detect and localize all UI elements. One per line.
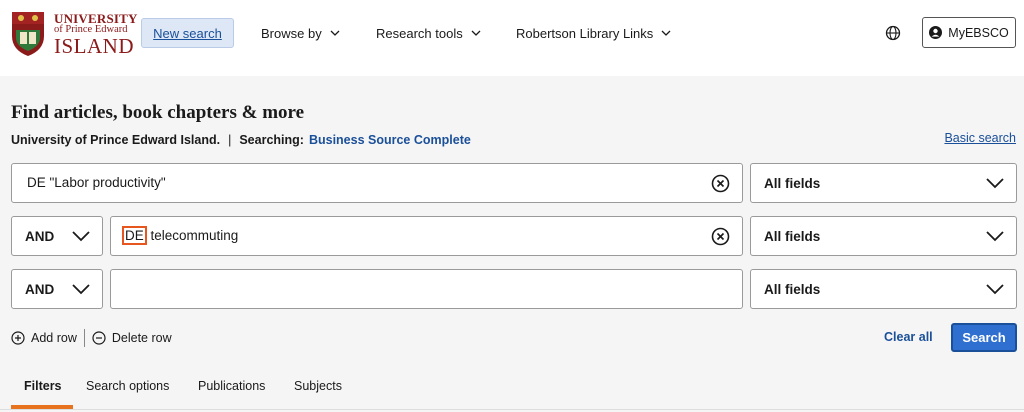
minus-circle-icon: [92, 331, 106, 345]
search-input-row2[interactable]: DE telecommuting: [110, 216, 743, 256]
row-actions: Add row Delete row: [11, 329, 172, 347]
new-search-button[interactable]: New search: [141, 18, 234, 48]
chevron-down-icon: [661, 30, 671, 36]
delete-row-button[interactable]: Delete row: [92, 331, 172, 345]
field-select-row3[interactable]: All fields: [750, 269, 1017, 309]
myebsco-label: MyEBSCO: [948, 25, 1009, 40]
clear-icon[interactable]: [711, 227, 730, 246]
field-code-highlight: DE: [122, 226, 147, 245]
logo-line3: ISLAND: [54, 33, 134, 58]
chevron-down-icon: [330, 30, 340, 36]
field-select-row1[interactable]: All fields: [750, 163, 1017, 203]
upei-logo[interactable]: UNIVERSITY of Prince Edward ISLAND: [10, 10, 137, 60]
search-input-row2-value: telecommuting: [146, 228, 239, 243]
field-select-row2-label: All fields: [764, 229, 821, 244]
myebsco-button[interactable]: MyEBSCO: [922, 17, 1016, 48]
add-row-label: Add row: [31, 331, 77, 345]
chevron-down-icon: [471, 30, 481, 36]
searching-label: Searching:: [239, 133, 304, 147]
search-input-row1-value: DE "Labor productivity": [27, 175, 166, 190]
chevron-down-icon: [72, 284, 90, 295]
globe-icon[interactable]: [885, 25, 901, 41]
top-navigation-bar: UNIVERSITY of Prince Edward ISLAND New s…: [0, 0, 1024, 76]
divider: [83, 329, 85, 347]
chevron-down-icon: [72, 231, 90, 242]
nav-research-tools[interactable]: Research tools: [376, 18, 481, 48]
search-input-row1[interactable]: DE "Labor productivity": [11, 163, 743, 203]
operator-select-row3[interactable]: AND: [11, 269, 103, 309]
delete-row-label: Delete row: [111, 331, 172, 345]
nav-robertson-library-links[interactable]: Robertson Library Links: [516, 18, 671, 48]
chevron-down-icon: [986, 284, 1004, 295]
search-panel: Find articles, book chapters & more Univ…: [0, 76, 1024, 412]
page-title: Find articles, book chapters & more: [11, 102, 305, 123]
tab-filters[interactable]: Filters: [24, 379, 62, 393]
search-button[interactable]: Search: [951, 323, 1017, 352]
field-select-row2[interactable]: All fields: [750, 216, 1017, 256]
operator-select-row2[interactable]: AND: [11, 216, 103, 256]
chevron-down-icon: [986, 178, 1004, 189]
crest-icon: [12, 12, 44, 56]
user-icon: [929, 26, 943, 39]
search-input-row3[interactable]: [110, 269, 743, 309]
field-select-row3-label: All fields: [764, 282, 821, 297]
nav-robertson-library-links-label: Robertson Library Links: [516, 25, 654, 41]
institution-name: University of Prince Edward Island.: [11, 133, 221, 147]
nav-research-tools-label: Research tools: [376, 25, 463, 41]
basic-search-link[interactable]: Basic search: [944, 131, 1016, 145]
operator-select-row2-label: AND: [25, 229, 55, 244]
add-row-button[interactable]: Add row: [11, 331, 77, 345]
tab-subjects[interactable]: Subjects: [294, 379, 342, 393]
field-select-row1-label: All fields: [764, 176, 821, 191]
nav-browse-by-label: Browse by: [261, 25, 322, 41]
tabs-divider: [0, 409, 1024, 410]
nav-browse-by[interactable]: Browse by: [261, 18, 340, 48]
searching-info: University of Prince Edward Island. | Se…: [11, 133, 471, 147]
tab-search-options[interactable]: Search options: [86, 379, 169, 393]
operator-select-row3-label: AND: [25, 282, 55, 297]
clear-all-button[interactable]: Clear all: [884, 330, 933, 344]
clear-icon[interactable]: [711, 174, 730, 193]
tab-publications[interactable]: Publications: [198, 379, 265, 393]
database-link[interactable]: Business Source Complete: [309, 133, 471, 147]
chevron-down-icon: [986, 231, 1004, 242]
tabs-bar: Filters Search options Publications Subj…: [0, 372, 1024, 412]
plus-circle-icon: [11, 331, 25, 345]
